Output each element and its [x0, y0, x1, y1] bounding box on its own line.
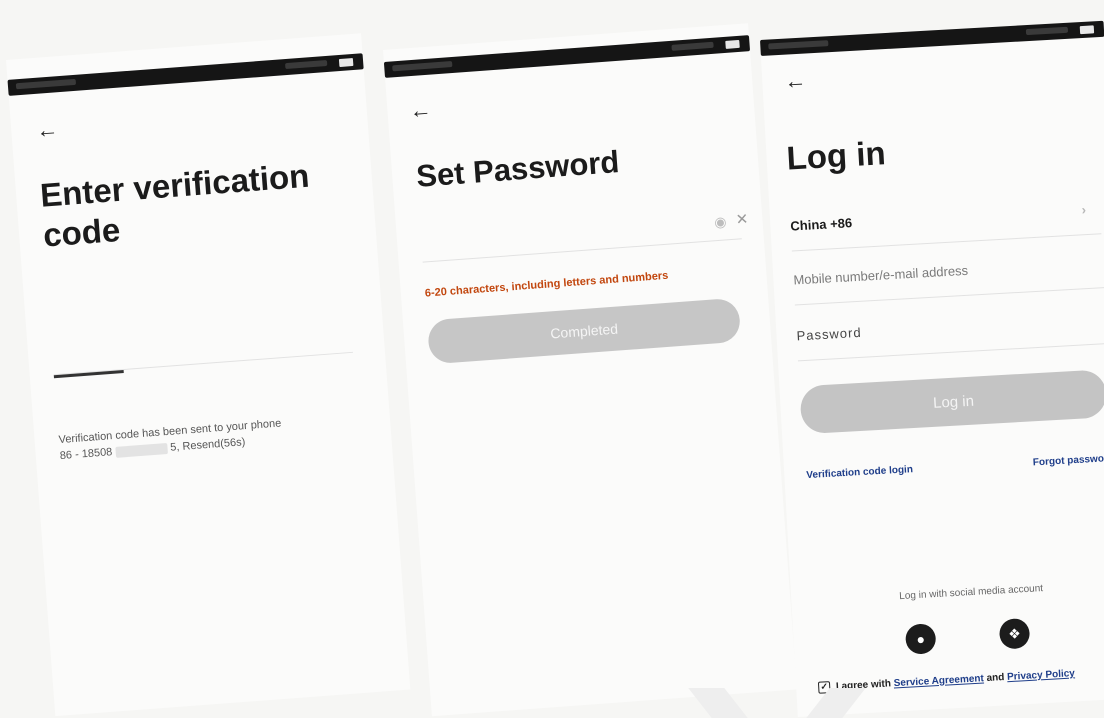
chevron-right-icon: › — [1081, 202, 1087, 218]
watermark — [680, 688, 870, 718]
forgot-password-link[interactable]: Forgot password — [1033, 453, 1104, 469]
privacy-policy-link[interactable]: Privacy Policy — [1007, 668, 1075, 683]
country-label: China +86 — [790, 215, 853, 234]
resend-countdown[interactable]: 5, Resend(56s) — [170, 436, 246, 454]
status-bar-carrier — [392, 60, 453, 72]
verification-notice: Verification code has been sent to your … — [58, 413, 330, 465]
set-password-screen: ← Set Password ◉ ✕ 6-20 characters, incl… — [383, 23, 797, 717]
password-input[interactable] — [420, 208, 741, 261]
status-bar — [760, 20, 1104, 56]
mobile-email-input[interactable]: Mobile number/e-mail address — [793, 255, 1104, 312]
page-title: Set Password — [415, 144, 621, 194]
password-hint: 6-20 characters, including letters and n… — [424, 269, 669, 300]
status-bar-carrier — [768, 40, 829, 50]
battery-icon — [1079, 25, 1095, 35]
verification-screen: ← Enter verification code Verification c… — [6, 33, 411, 717]
country-selector[interactable]: China +86 › — [790, 201, 1102, 258]
status-bar-time — [1025, 26, 1069, 36]
back-arrow-icon[interactable]: ← — [784, 67, 807, 93]
password-input[interactable]: Password — [796, 311, 1104, 368]
verification-code-login-link[interactable]: Verification code login — [806, 464, 913, 481]
login-screen: ← Log in China +86 › Mobile number/e-mai… — [760, 20, 1104, 717]
social-login-label: Log in with social media account — [898, 583, 1044, 603]
status-bar-time — [671, 41, 714, 51]
qq-icon[interactable]: ● — [904, 623, 937, 655]
page-title: Log in — [785, 134, 887, 177]
status-bar-carrier — [15, 78, 77, 90]
eye-icon[interactable]: ◉ — [714, 213, 727, 231]
status-bar — [7, 53, 364, 96]
redacted-phone-digits — [114, 442, 168, 458]
battery-icon — [338, 57, 354, 68]
login-button[interactable]: Log in — [799, 369, 1104, 435]
status-bar-time — [285, 59, 328, 70]
agree-and: and — [986, 672, 1005, 684]
clear-icon[interactable]: ✕ — [735, 210, 749, 229]
back-arrow-icon[interactable]: ← — [35, 116, 59, 143]
completed-button[interactable]: Completed — [426, 297, 742, 365]
service-agreement-link[interactable]: Service Agreement — [893, 673, 984, 689]
status-bar — [383, 35, 751, 78]
battery-icon — [725, 39, 740, 49]
back-arrow-icon[interactable]: ← — [409, 97, 433, 124]
wechat-icon[interactable]: ❖ — [998, 617, 1031, 650]
screenshot-stage: ← Enter verification code Verification c… — [0, 0, 1104, 718]
notice-phone-prefix: 86 - 18508 — [59, 446, 113, 462]
page-title: Enter verification code — [38, 156, 311, 254]
